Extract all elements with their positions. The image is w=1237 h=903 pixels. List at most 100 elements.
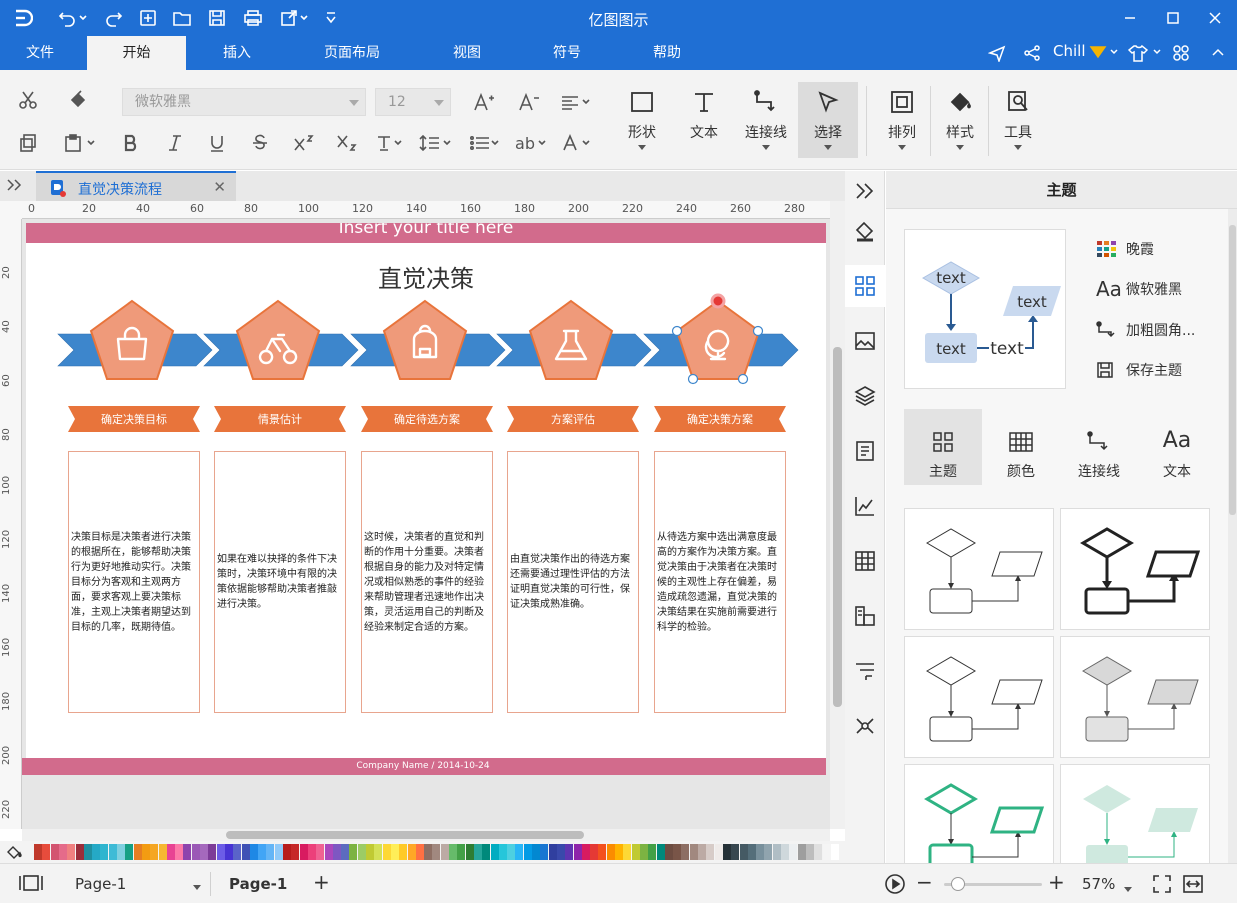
tab-home[interactable]: 开始: [87, 36, 186, 70]
save-theme-option[interactable]: 保存主题: [1096, 358, 1182, 382]
color-swatch[interactable]: [266, 844, 275, 860]
step-label-banner[interactable]: 方案评估: [507, 406, 639, 432]
theme-card[interactable]: [1060, 636, 1210, 758]
color-swatch[interactable]: [457, 844, 466, 860]
color-swatch[interactable]: [490, 844, 499, 860]
color-swatch[interactable]: [399, 844, 408, 860]
step-label-banner[interactable]: 确定决策目标: [68, 406, 200, 432]
drawing-canvas[interactable]: Insert your title here 直觉决策 确定决策目标 情景估计 确定…: [22, 219, 830, 829]
color-swatch[interactable]: [731, 844, 740, 860]
theme-card[interactable]: [1060, 508, 1210, 630]
connector-button[interactable]: 连接线: [736, 82, 796, 158]
connector-style-option[interactable]: 加粗圆角...: [1096, 318, 1195, 342]
color-swatch[interactable]: [698, 844, 706, 860]
color-swatch[interactable]: [291, 844, 300, 860]
page-footer-band[interactable]: Company Name / 2014-10-24: [22, 758, 826, 775]
page-view-icon[interactable]: [18, 874, 44, 896]
color-swatch[interactable]: [714, 844, 723, 860]
color-swatch[interactable]: [581, 844, 590, 860]
color-swatch[interactable]: [274, 844, 283, 860]
color-swatch[interactable]: [349, 844, 358, 860]
color-swatch[interactable]: [424, 844, 433, 860]
color-swatch[interactable]: [664, 844, 673, 860]
color-swatch[interactable]: [789, 844, 798, 860]
panel-tab-theme[interactable]: 主题: [904, 409, 982, 485]
theme-card[interactable]: [904, 636, 1054, 758]
apps-icon[interactable]: [1172, 44, 1190, 62]
vertical-scrollbar[interactable]: [830, 201, 845, 829]
print-icon[interactable]: [242, 7, 264, 29]
page-dropdown[interactable]: Page-1: [75, 875, 126, 893]
tools-button[interactable]: 工具: [988, 82, 1048, 158]
tab-page-layout[interactable]: 页面布局: [303, 36, 401, 70]
color-swatch[interactable]: [191, 844, 200, 860]
align-dropdown-icon[interactable]: [580, 89, 592, 115]
skin-dropdown-icon[interactable]: [1153, 48, 1161, 56]
color-swatch[interactable]: [523, 844, 532, 860]
color-swatch[interactable]: [639, 844, 648, 860]
bold-icon[interactable]: [118, 130, 144, 156]
color-swatch[interactable]: [805, 844, 814, 860]
color-swatch[interactable]: [473, 844, 482, 860]
increase-font-icon[interactable]: [471, 89, 497, 115]
step-description-box[interactable]: 决策目标是决策者进行决策的根据所在，能够帮助决策行为更好地推动实行。决策目标分为…: [68, 451, 200, 713]
diagram-page[interactable]: Insert your title here 直觉决策 确定决策目标 情景估计 确定…: [22, 223, 826, 775]
color-swatch[interactable]: [822, 844, 831, 860]
table-icon[interactable]: [845, 541, 885, 581]
tab-file[interactable]: 文件: [10, 36, 70, 70]
color-swatch[interactable]: [108, 844, 117, 860]
document-tab[interactable]: 直觉决策流程 ✕: [36, 171, 236, 201]
text-format-dropdown-icon[interactable]: [392, 130, 404, 156]
select-button[interactable]: 选择: [798, 82, 858, 158]
undo-dropdown-icon[interactable]: [78, 7, 88, 29]
color-swatch[interactable]: [258, 844, 267, 860]
app-logo-icon[interactable]: [12, 7, 34, 29]
font-size-select[interactable]: 12: [375, 88, 451, 116]
send-icon[interactable]: [988, 44, 1006, 62]
color-swatch[interactable]: [283, 844, 291, 860]
color-swatch[interactable]: [556, 844, 565, 860]
gantt-icon[interactable]: [845, 651, 885, 691]
skin-icon[interactable]: [1128, 44, 1148, 62]
color-swatch[interactable]: [814, 844, 823, 860]
tab-help[interactable]: 帮助: [630, 36, 704, 70]
resize-handle[interactable]: [671, 325, 683, 337]
close-window-button[interactable]: [1203, 6, 1227, 30]
color-swatch[interactable]: [92, 844, 101, 860]
mindmap-icon[interactable]: [845, 706, 885, 746]
color-swatch[interactable]: [440, 844, 449, 860]
collapse-ribbon-icon[interactable]: [1210, 44, 1226, 60]
step-description-box[interactable]: 如果在难以抉择的条件下决策时，决策环境中有限的决策依据能够帮助决策者推敲进行决策…: [214, 451, 346, 713]
page-header-text[interactable]: Insert your title here: [339, 223, 514, 238]
tab-symbols[interactable]: 符号: [530, 36, 604, 70]
color-swatch[interactable]: [50, 844, 59, 860]
color-swatch[interactable]: [125, 844, 134, 860]
horizontal-scroll-thumb[interactable]: [226, 831, 584, 839]
arrange-button[interactable]: 排列: [872, 82, 932, 158]
color-swatch[interactable]: [324, 844, 333, 860]
color-swatch[interactable]: [548, 844, 557, 860]
font-family-select[interactable]: 微软雅黑: [122, 88, 366, 116]
color-swatch[interactable]: [681, 844, 690, 860]
resize-handle[interactable]: [737, 373, 749, 385]
expand-library-icon[interactable]: [6, 177, 24, 196]
color-swatch[interactable]: [390, 844, 399, 860]
resize-handle[interactable]: [752, 325, 764, 337]
color-swatch[interactable]: [75, 844, 84, 860]
image-icon[interactable]: [845, 321, 885, 361]
step-pentagon[interactable]: [235, 299, 321, 380]
customize-toolbar-icon[interactable]: [320, 7, 342, 29]
color-swatch[interactable]: [233, 844, 242, 860]
underline-icon[interactable]: [204, 130, 230, 156]
color-swatch[interactable]: [465, 844, 474, 860]
color-swatch[interactable]: [756, 844, 765, 860]
color-swatch[interactable]: [797, 844, 806, 860]
tab-view[interactable]: 视图: [430, 36, 504, 70]
subscript-icon[interactable]: [334, 130, 360, 156]
step-label-banner[interactable]: 确定决策方案: [654, 406, 786, 432]
color-swatch[interactable]: [615, 844, 623, 860]
rotate-handle[interactable]: [710, 293, 726, 309]
step-label-banner[interactable]: 情景估计: [214, 406, 346, 432]
color-swatch[interactable]: [216, 844, 225, 860]
user-dropdown-icon[interactable]: [1110, 48, 1118, 56]
